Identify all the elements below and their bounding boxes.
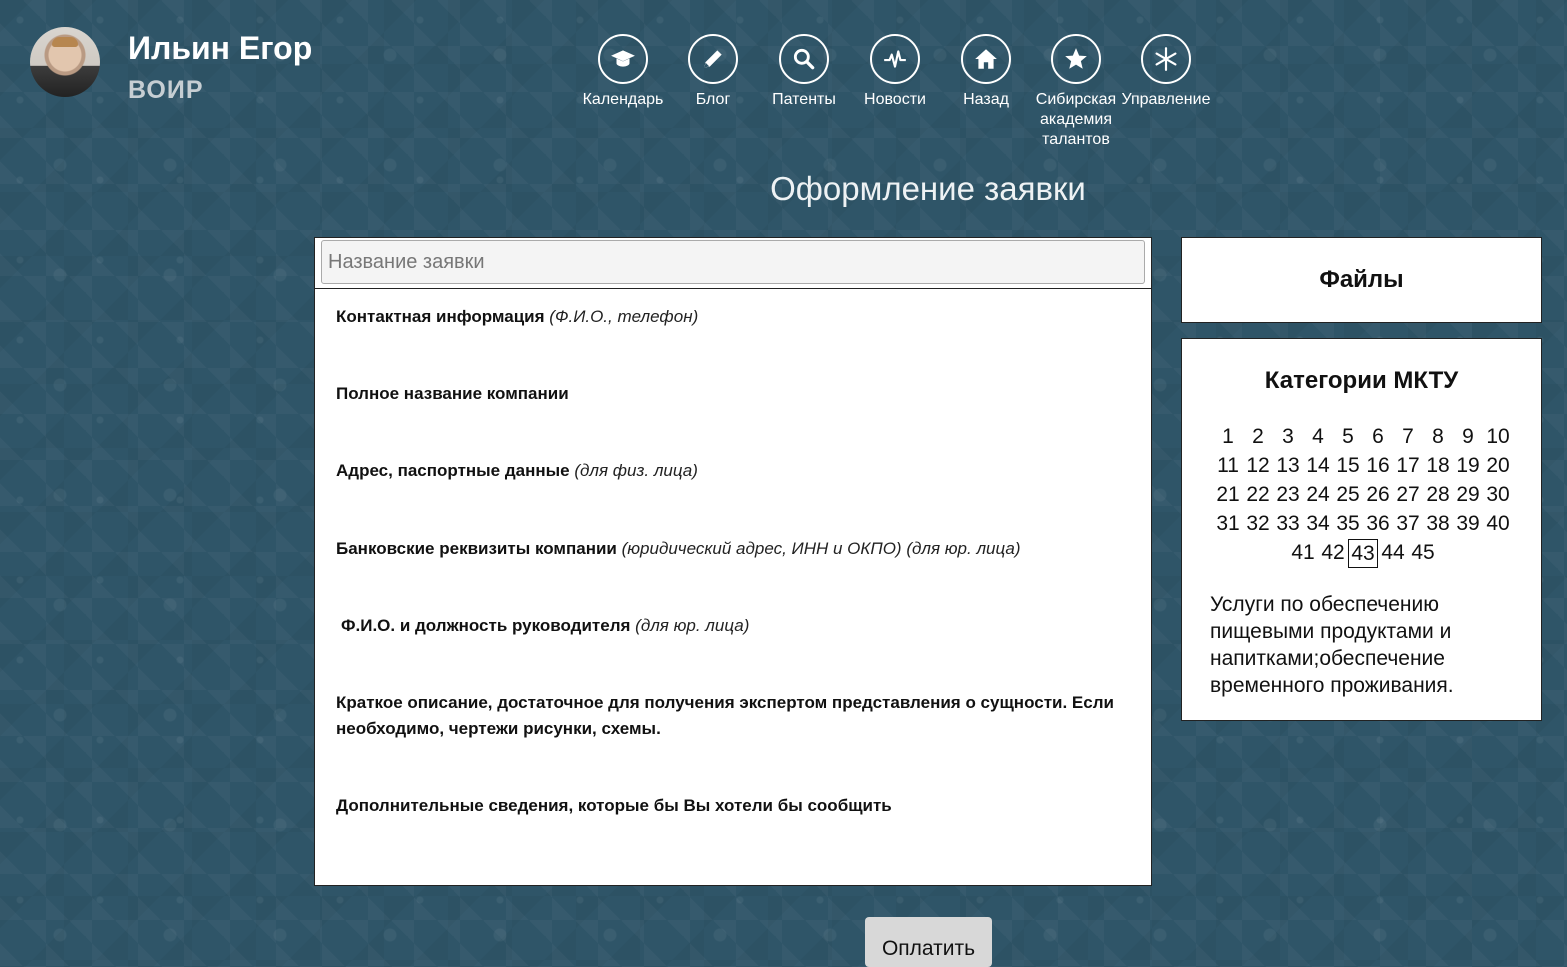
mktu-category-10[interactable]: 10 (1483, 423, 1513, 452)
field-label: Краткое описание, достаточное для получе… (336, 693, 1114, 738)
mktu-category-38[interactable]: 38 (1423, 510, 1453, 539)
mktu-title: Категории МКТУ (1264, 367, 1459, 394)
mktu-category-35[interactable]: 35 (1333, 510, 1363, 539)
title-input-row (315, 238, 1151, 289)
field-hint: (юридический адрес, ИНН и ОКПО) (для юр.… (621, 539, 1021, 558)
field-company-name[interactable]: Полное название компании (336, 381, 1121, 407)
field-hint: (для юр. лица) (635, 616, 750, 635)
page-title: Оформление заявки (770, 170, 1086, 207)
field-label: Дополнительные сведения, которые бы Вы х… (336, 796, 892, 815)
field-hint: (Ф.И.О., телефон) (549, 307, 699, 326)
mktu-category-9[interactable]: 9 (1453, 423, 1483, 452)
mktu-category-23[interactable]: 23 (1273, 481, 1303, 510)
mktu-category-17[interactable]: 17 (1393, 452, 1423, 481)
nav-item-academy[interactable]: Сибирская академия талантов (1028, 34, 1124, 150)
mktu-category-13[interactable]: 13 (1273, 452, 1303, 481)
mktu-category-28[interactable]: 28 (1423, 481, 1453, 510)
mktu-category-6[interactable]: 6 (1363, 423, 1393, 452)
home-icon (961, 34, 1011, 84)
mktu-category-16[interactable]: 16 (1363, 452, 1393, 481)
nav-item-news[interactable]: Новости (847, 34, 943, 110)
mktu-category-14[interactable]: 14 (1303, 452, 1333, 481)
mktu-category-45[interactable]: 45 (1408, 539, 1438, 568)
mktu-category-25[interactable]: 25 (1333, 481, 1363, 510)
field-bank-details[interactable]: Банковские реквизиты компании (юридическ… (336, 536, 1121, 562)
nav-label: Календарь (582, 91, 664, 108)
mktu-category-11[interactable]: 11 (1213, 452, 1243, 481)
files-title: Файлы (1319, 266, 1404, 293)
mktu-category-30[interactable]: 30 (1483, 481, 1513, 510)
pay-button[interactable]: Оплатить (865, 917, 992, 967)
mktu-category-22[interactable]: 22 (1243, 481, 1273, 510)
mktu-category-40[interactable]: 40 (1483, 510, 1513, 539)
mktu-category-12[interactable]: 12 (1243, 452, 1273, 481)
field-label: Банковские реквизиты компании (336, 539, 617, 558)
nav-label: Назад (963, 91, 1009, 108)
mktu-category-15[interactable]: 15 (1333, 452, 1363, 481)
nav-item-calendar[interactable]: Календарь (575, 34, 671, 110)
field-label: Контактная информация (336, 307, 545, 326)
star-icon (1051, 34, 1101, 84)
mktu-category-18[interactable]: 18 (1423, 452, 1453, 481)
mktu-category-7[interactable]: 7 (1393, 423, 1423, 452)
field-address-passport[interactable]: Адрес, паспортные данные (для физ. лица) (336, 458, 1121, 484)
graduation-cap-icon (598, 34, 648, 84)
mktu-panel: Категории МКТУ 1 2 3 4 5 6 7 8 9 10 11 12 13 14 15 16 17… (1181, 338, 1542, 721)
field-label: Адрес, паспортные данные (336, 461, 570, 480)
mktu-category-24[interactable]: 24 (1303, 481, 1333, 510)
mktu-category-39[interactable]: 39 (1453, 510, 1483, 539)
mktu-category-44[interactable]: 44 (1378, 539, 1408, 568)
nav-item-blog[interactable]: Блог (665, 34, 761, 110)
nav-item-patents[interactable]: Патенты (756, 34, 852, 110)
mktu-category-41[interactable]: 41 (1288, 539, 1318, 568)
mktu-description: Услуги по обеспечению пищевыми продуктам… (1210, 593, 1454, 697)
mktu-category-2[interactable]: 2 (1243, 423, 1273, 452)
nav-label: Блог (695, 91, 731, 108)
application-form: Контактная информация (Ф.И.О., телефон) … (314, 237, 1152, 886)
nav-item-management[interactable]: Управление (1118, 34, 1214, 110)
mktu-category-1[interactable]: 1 (1213, 423, 1243, 452)
mktu-category-20[interactable]: 20 (1483, 452, 1513, 481)
field-contact-info[interactable]: Контактная информация (Ф.И.О., телефон) (336, 304, 1121, 330)
profile-org: ВОИР (128, 76, 204, 104)
field-director[interactable]: Ф.И.О. и должность руководителя (для юр.… (341, 613, 1121, 639)
mktu-category-5[interactable]: 5 (1333, 423, 1363, 452)
mktu-category-31[interactable]: 31 (1213, 510, 1243, 539)
mktu-category-grid: 1 2 3 4 5 6 7 8 9 10 11 12 13 14 15 16 17 18 19 20 21 22 23 24 2… (1212, 423, 1514, 568)
nav-label: Новости (864, 91, 926, 108)
mktu-category-27[interactable]: 27 (1393, 481, 1423, 510)
application-title-input[interactable] (321, 240, 1145, 284)
nav-item-back[interactable]: Назад (938, 34, 1034, 110)
mktu-category-26[interactable]: 26 (1363, 481, 1393, 510)
mktu-category-43[interactable]: 43 (1348, 539, 1378, 568)
field-label: Ф.И.О. и должность руководителя (341, 616, 631, 635)
field-description[interactable]: Краткое описание, достаточное для получе… (336, 690, 1127, 742)
mktu-category-32[interactable]: 32 (1243, 510, 1273, 539)
pencil-icon (688, 34, 738, 84)
mktu-category-29[interactable]: 29 (1453, 481, 1483, 510)
field-label: Полное название компании (336, 384, 569, 403)
mktu-category-33[interactable]: 33 (1273, 510, 1303, 539)
field-hint: (для физ. лица) (574, 461, 698, 480)
avatar[interactable] (30, 27, 100, 97)
mktu-category-36[interactable]: 36 (1363, 510, 1393, 539)
search-icon (779, 34, 829, 84)
mktu-category-4[interactable]: 4 (1303, 423, 1333, 452)
field-additional-info[interactable]: Дополнительные сведения, которые бы Вы х… (336, 793, 1121, 819)
mktu-category-42[interactable]: 42 (1318, 539, 1348, 568)
nav-label: Управление (1121, 91, 1211, 108)
pulse-icon (870, 34, 920, 84)
asterisk-icon (1141, 34, 1191, 84)
mktu-category-34[interactable]: 34 (1303, 510, 1333, 539)
nav-label: Сибирская академия талантов (1035, 91, 1117, 148)
nav-label: Патенты (772, 91, 836, 108)
mktu-category-8[interactable]: 8 (1423, 423, 1453, 452)
files-panel[interactable]: Файлы (1181, 237, 1542, 323)
mktu-category-3[interactable]: 3 (1273, 423, 1303, 452)
mktu-category-37[interactable]: 37 (1393, 510, 1423, 539)
mktu-category-21[interactable]: 21 (1213, 481, 1243, 510)
profile-name: Ильин Егор (128, 30, 313, 66)
mktu-category-19[interactable]: 19 (1453, 452, 1483, 481)
